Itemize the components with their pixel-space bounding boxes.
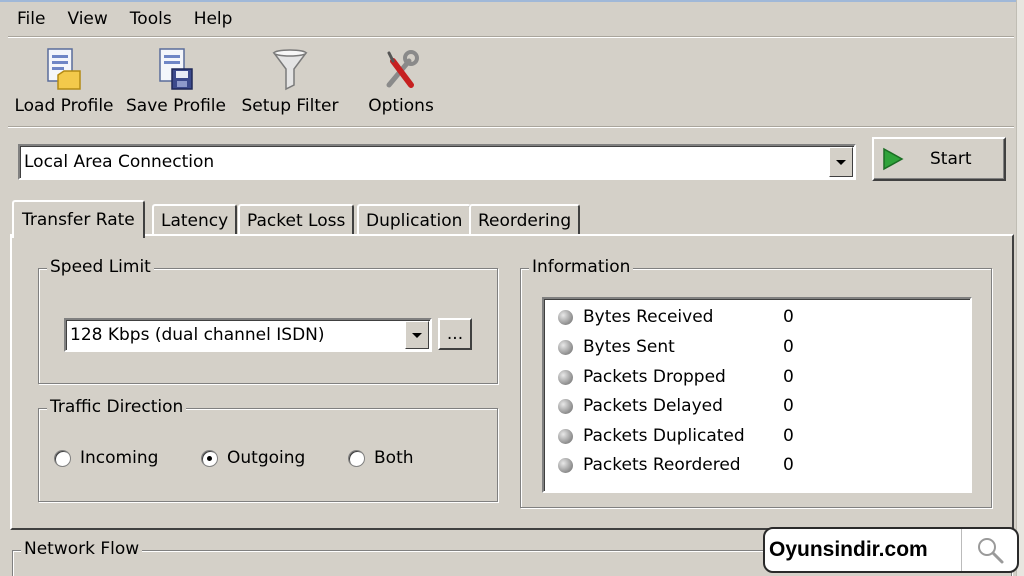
tab-latency[interactable]: Latency [152,204,238,236]
information-title: Information [529,257,634,277]
info-value: 0 [783,307,794,327]
toolbar: Load Profile Save Profile Setup Filter O… [10,44,456,120]
info-label: Packets Reordered [583,455,741,475]
list-item: Packets Delayed 0 [558,394,794,418]
status-dot-icon [558,309,573,325]
options-label: Options [368,96,434,116]
tab-packet-loss[interactable]: Packet Loss [238,204,355,236]
funnel-icon [268,46,312,92]
tab-label: Reordering [478,211,572,231]
status-dot-icon [558,369,573,385]
tab-label: Latency [161,211,229,231]
speed-limit-title: Speed Limit [47,257,154,277]
info-label: Bytes Received [583,307,714,327]
watermark-text: Oyunsindir.com [769,538,928,561]
load-profile-button[interactable]: Load Profile [10,44,118,116]
radio-incoming[interactable]: Incoming [54,448,158,468]
info-label: Packets Delayed [583,396,723,416]
speed-limit-more-button[interactable]: ... [438,318,472,350]
save-profile-label: Save Profile [126,96,226,116]
traffic-direction-title: Traffic Direction [47,397,187,417]
chevron-down-icon[interactable] [405,321,429,349]
radio-label: Both [374,448,414,468]
setup-filter-button[interactable]: Setup Filter [234,44,346,116]
info-label: Bytes Sent [583,337,675,357]
ellipsis-label: ... [446,324,464,344]
info-value: 0 [783,337,794,357]
window-top-border [0,0,1024,2]
network-adapter-value: Local Area Connection [24,152,215,172]
start-button[interactable]: Start [872,137,1006,181]
info-value: 0 [783,396,794,416]
speed-limit-value: 128 Kbps (dual channel ISDN) [70,325,325,345]
info-value: 0 [783,426,794,446]
network-flow-title: Network Flow [21,539,143,559]
list-item: Bytes Sent 0 [558,335,794,359]
chevron-down-icon[interactable] [829,147,853,177]
tab-label: Duplication [366,211,463,231]
radio-label: Outgoing [227,448,306,468]
status-dot-icon [558,339,573,355]
menu-view[interactable]: View [56,9,118,29]
info-label: Packets Duplicated [583,426,745,446]
radio-circle[interactable] [201,449,218,467]
window-right-edge [1016,0,1024,576]
radio-label: Incoming [80,448,159,468]
play-icon [882,147,904,171]
options-button[interactable]: Options [346,44,456,116]
load-profile-icon [42,46,86,92]
radio-circle[interactable] [348,449,365,467]
toolbar-separator [8,126,1014,128]
tab-duplication[interactable]: Duplication [357,204,472,236]
list-item: Packets Reordered 0 [558,453,794,477]
tools-icon [379,46,423,92]
status-dot-icon [558,398,573,414]
tab-transfer-rate[interactable]: Transfer Rate [12,200,145,238]
info-label: Packets Dropped [583,367,726,387]
setup-filter-label: Setup Filter [241,96,339,116]
list-item: Packets Duplicated 0 [558,424,794,448]
status-dot-icon [558,428,573,444]
radio-circle[interactable] [54,449,71,467]
list-item: Bytes Received 0 [558,305,794,329]
menu-separator [8,36,1014,38]
list-item: Packets Dropped 0 [558,365,794,389]
menu-tools[interactable]: Tools [119,9,183,29]
information-list: Bytes Received 0 Bytes Sent 0 Packets Dr… [542,297,972,493]
menu-file[interactable]: File [6,9,56,29]
menu-bar: File View Tools Help [6,4,243,34]
tab-label: Packet Loss [247,211,346,231]
search-icon [961,529,1017,571]
info-value: 0 [783,455,794,475]
radio-both[interactable]: Both [348,448,414,468]
network-adapter-select[interactable]: Local Area Connection [18,144,856,180]
status-dot-icon [558,457,573,473]
menu-help[interactable]: Help [183,9,244,29]
tab-reordering[interactable]: Reordering [469,204,581,236]
start-label: Start [930,149,972,169]
load-profile-label: Load Profile [14,96,114,116]
radio-outgoing[interactable]: Outgoing [201,448,305,468]
save-profile-button[interactable]: Save Profile [118,44,234,116]
watermark: Oyunsindir.com [763,527,1019,573]
tab-label: Transfer Rate [22,210,135,230]
info-value: 0 [783,367,794,387]
save-profile-icon [154,46,198,92]
speed-limit-select[interactable]: 128 Kbps (dual channel ISDN) [64,318,432,352]
